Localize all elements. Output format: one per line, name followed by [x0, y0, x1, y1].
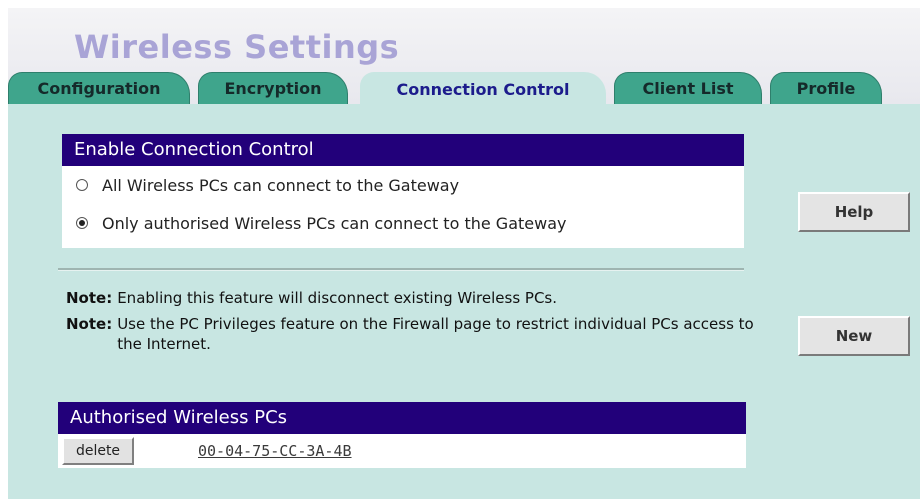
- tab-configuration[interactable]: Configuration: [8, 72, 190, 104]
- note-label: Note:: [66, 315, 113, 333]
- table-row: delete 00-04-75-CC-3A-4B: [58, 434, 746, 468]
- notes: Note: Enabling this feature will disconn…: [66, 288, 756, 360]
- option-all-pcs-label: All Wireless PCs can connect to the Gate…: [102, 175, 460, 195]
- tab-profile[interactable]: Profile: [770, 72, 882, 104]
- radio-authorised-pcs[interactable]: [76, 217, 88, 229]
- section-divider: [58, 268, 744, 271]
- new-button[interactable]: New: [798, 316, 910, 356]
- option-authorised-pcs[interactable]: Only authorised Wireless PCs can connect…: [62, 204, 744, 242]
- tab-bar: Configuration Encryption Connection Cont…: [8, 72, 920, 106]
- connection-control-header: Enable Connection Control: [62, 134, 744, 166]
- page-title: Wireless Settings: [74, 28, 400, 66]
- tab-encryption[interactable]: Encryption: [198, 72, 348, 104]
- authorised-pcs-panel: Authorised Wireless PCs delete 00-04-75-…: [58, 402, 746, 468]
- note-text: Use the PC Privileges feature on the Fir…: [117, 315, 754, 353]
- page-frame: Wireless Settings Configuration Encrypti…: [0, 0, 920, 499]
- note-disconnect: Note: Enabling this feature will disconn…: [66, 288, 756, 308]
- note-label: Note:: [66, 289, 113, 307]
- note-privileges: Note: Use the PC Privileges feature on t…: [66, 314, 756, 354]
- tab-connection-control[interactable]: Connection Control: [360, 72, 606, 106]
- authorised-pcs-header: Authorised Wireless PCs: [58, 402, 746, 434]
- option-all-pcs[interactable]: All Wireless PCs can connect to the Gate…: [62, 166, 744, 204]
- mac-address-link[interactable]: 00-04-75-CC-3A-4B: [198, 442, 352, 460]
- delete-button[interactable]: delete: [62, 437, 134, 465]
- note-text: Enabling this feature will disconnect ex…: [117, 289, 558, 307]
- option-authorised-pcs-label: Only authorised Wireless PCs can connect…: [102, 213, 567, 233]
- tab-client-list[interactable]: Client List: [614, 72, 762, 104]
- connection-control-panel: Enable Connection Control All Wireless P…: [62, 134, 744, 248]
- radio-all-pcs[interactable]: [76, 179, 88, 191]
- help-button[interactable]: Help: [798, 192, 910, 232]
